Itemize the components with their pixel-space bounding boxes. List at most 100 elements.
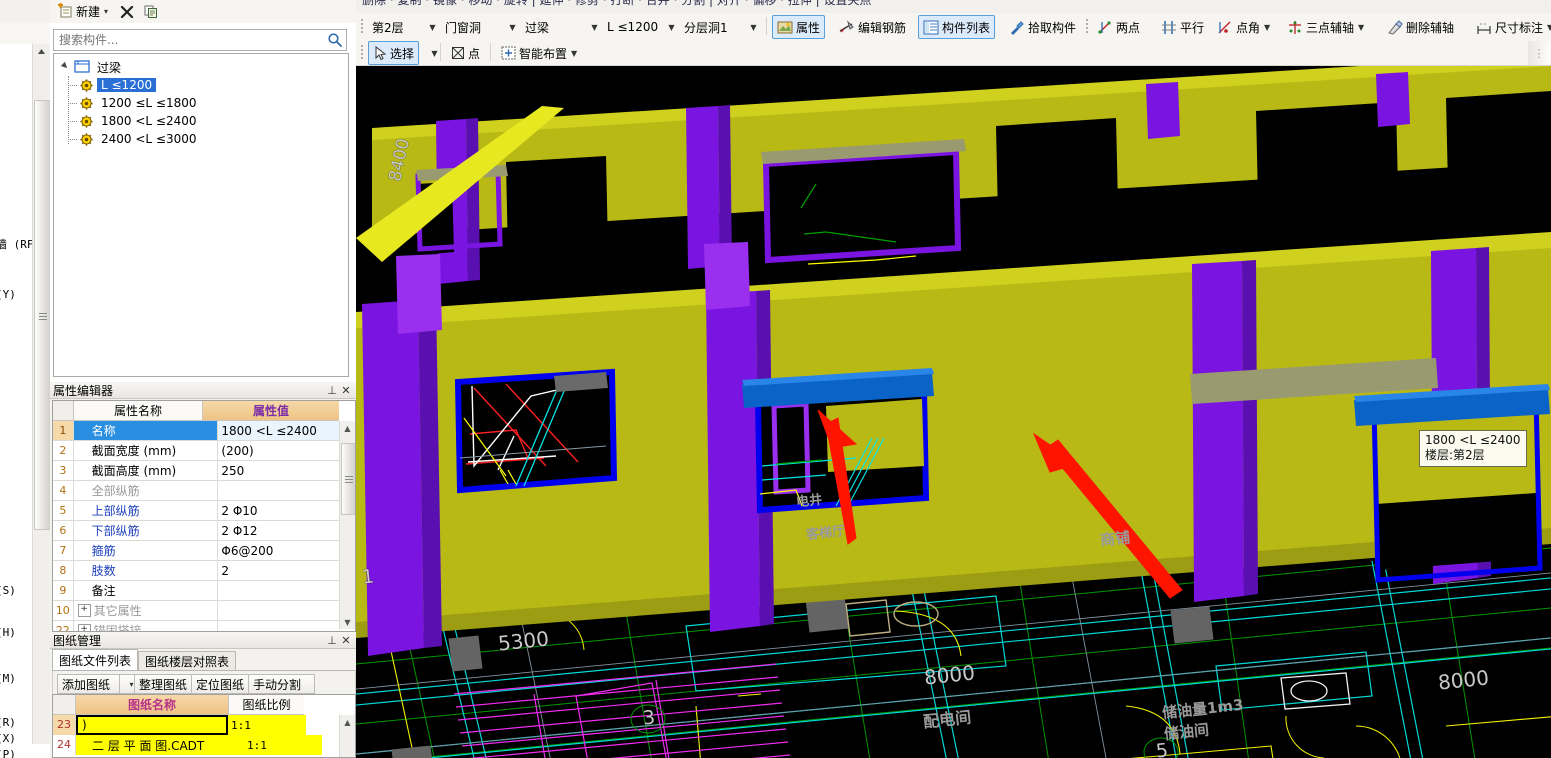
toolbar-grip[interactable] <box>359 16 364 36</box>
property-row[interactable]: 2 截面宽度 (mm) (200) <box>53 441 355 461</box>
chevron-down-icon[interactable]: ▼ <box>588 23 601 32</box>
property-row[interactable]: 1 名称 1800 <L ≤2400 <box>53 421 355 441</box>
drawing-row[interactable]: 23 ) 1:1 <box>53 715 355 735</box>
pin-icon[interactable]: ⊥ <box>325 633 339 647</box>
drawing-scale[interactable]: 1:1 <box>228 715 306 735</box>
select-tool-button[interactable]: 选择 <box>368 41 420 65</box>
model-viewport-3d[interactable]: 8400 5300 8000 8000 3 5 1 电井 配电间 储油量1m3 … <box>356 66 1551 758</box>
left-panel-scrollbar[interactable] <box>32 44 50 744</box>
scroll-up-icon[interactable] <box>33 44 50 59</box>
toolbar-grip[interactable] <box>359 42 364 62</box>
tab-drawing-file-list[interactable]: 图纸文件列表 <box>52 649 139 670</box>
dimension-button[interactable]: 尺寸标注 ▼ <box>1471 15 1551 39</box>
top-toolbar-clipped[interactable]: 删除 · 复制 · 镜像 · 移动 · 旋转 | 延伸 · 修剪 · 打断 · … <box>356 0 1551 13</box>
parallel-button[interactable]: 平行 <box>1156 15 1209 39</box>
property-row[interactable]: 4 全部纵筋 <box>53 481 355 501</box>
delete-component-button[interactable] <box>116 2 138 21</box>
pin-icon[interactable]: ⊥ <box>325 383 339 397</box>
chevron-down-icon[interactable]: ▼ <box>426 23 439 32</box>
tab-drawing-floor-map[interactable]: 图纸楼层对照表 <box>138 651 237 670</box>
close-icon[interactable]: ✕ <box>339 383 353 397</box>
select-tool-caret[interactable]: ▼ <box>422 41 446 65</box>
property-row[interactable]: 6 下部纵筋 2 Φ12 <box>53 521 355 541</box>
manual-split-button[interactable]: 手动分割 <box>248 674 315 694</box>
property-row[interactable]: 5 上部纵筋 2 Φ10 <box>53 501 355 521</box>
tree-item-3[interactable]: 2400 <L ≤3000 <box>54 130 348 148</box>
pick-component-button[interactable]: 拾取构件 <box>1004 15 1081 39</box>
close-icon[interactable]: ✕ <box>339 633 353 647</box>
drawing-row[interactable]: 24 二 层 平 面 图.CADT 1:1 <box>53 735 355 755</box>
property-row[interactable]: 7 箍筋 Φ6@200 <box>53 541 355 561</box>
drawing-scale[interactable]: 1:1 <box>244 735 322 755</box>
property-value[interactable] <box>218 621 355 631</box>
scrollbar-thumb[interactable] <box>34 100 50 530</box>
edit-rebar-button[interactable]: 编辑钢筋 <box>834 15 911 39</box>
property-grid-scrollbar[interactable]: ▲ ▼ <box>339 421 355 629</box>
drawing-grid[interactable]: 图纸名称 图纸比例 23 ) 1:1 24 二 层 平 面 图.CADT 1:1… <box>52 694 356 758</box>
edit-rebar-label: 编辑钢筋 <box>858 20 907 35</box>
property-row[interactable]: 8 肢数 2 <box>53 561 355 581</box>
new-component-button[interactable]: 新建 ▾ <box>54 2 111 21</box>
scroll-up-icon[interactable]: ▲ <box>340 421 355 435</box>
drawing-grid-scrollbar[interactable]: ▲ <box>339 715 355 757</box>
floor-selector[interactable]: 第2层 ▼ <box>367 16 440 38</box>
property-value[interactable]: 250 <box>218 461 355 480</box>
chevron-down-icon[interactable]: ▼ <box>665 23 678 32</box>
property-value[interactable]: 2 <box>218 561 355 580</box>
tree-item-0[interactable]: L ≤1200 <box>54 76 348 94</box>
property-value[interactable]: 1800 <L ≤2400 <box>218 421 355 440</box>
tree-item-2[interactable]: 1800 <L ≤2400 <box>54 112 348 130</box>
component-tree[interactable]: 过梁 L ≤1200 1200 ≤L ≤1800 1800 <L ≤2400 2… <box>53 53 349 377</box>
manual-split-label: 手动分割 <box>253 677 302 692</box>
property-row[interactable]: 10 + 其它属性 <box>53 601 355 621</box>
component-tree-panel: 新建 ▾ 搜索构件... 过梁 L ≤1200 1200 ≤L ≤1800 18… <box>50 0 356 382</box>
property-value[interactable] <box>218 481 355 500</box>
delete-axis-button[interactable]: 删除辅轴 <box>1382 15 1459 39</box>
parallel-label: 平行 <box>1180 20 1205 35</box>
property-value[interactable]: Φ6@200 <box>218 541 355 560</box>
property-value[interactable]: (200) <box>218 441 355 460</box>
search-input[interactable] <box>54 32 324 48</box>
attribute-button[interactable]: 属性 <box>772 15 826 39</box>
toolbar-overflow-button[interactable]: ⋮ <box>1528 41 1550 65</box>
chevron-down-icon[interactable]: ▼ <box>506 23 519 32</box>
property-grid[interactable]: 属性名称 属性值 1 名称 1800 <L ≤2400 2 截面宽度 (mm) … <box>52 400 356 632</box>
expand-icon[interactable]: + <box>77 604 91 617</box>
point-angle-button[interactable]: 点角 ▼ <box>1212 15 1275 39</box>
drawing-name[interactable]: 二 层 平 面 图.CADT <box>76 735 244 755</box>
property-row[interactable]: 22 + 锚固搭接 <box>53 621 355 631</box>
property-row[interactable]: 3 截面高度 (mm) 250 <box>53 461 355 481</box>
chevron-down-icon[interactable]: ▼ <box>747 23 760 32</box>
search-components-box[interactable] <box>53 29 347 51</box>
drawing-name-input[interactable]: ) <box>76 715 228 735</box>
chevron-down-icon[interactable]: ▼ <box>1358 23 1364 32</box>
property-row[interactable]: 9 备注 <box>53 581 355 601</box>
chevron-down-icon[interactable]: ▼ <box>431 49 437 58</box>
tree-item-1[interactable]: 1200 ≤L ≤1800 <box>54 94 348 112</box>
three-point-axis-button[interactable]: 三点辅轴 ▼ <box>1282 15 1369 39</box>
search-icon[interactable] <box>324 31 346 49</box>
property-value[interactable]: 2 Φ10 <box>218 501 355 520</box>
chevron-down-icon[interactable]: ▼ <box>1264 23 1270 32</box>
component-type-selector[interactable]: 过梁 ▼ <box>520 16 602 38</box>
toolbar-grip[interactable] <box>1084 16 1089 36</box>
chevron-down-icon[interactable]: ▼ <box>1547 23 1551 32</box>
component-selector[interactable]: L ≤1200 ▼ <box>602 16 679 38</box>
smart-layout-button[interactable]: 智能布置 ▼ <box>496 41 582 65</box>
layer-selector[interactable]: 分层洞1 ▼ <box>679 16 761 38</box>
tree-root-node[interactable]: 过梁 <box>54 58 348 76</box>
scroll-down-icon[interactable]: ▼ <box>340 615 355 629</box>
category-selector[interactable]: 门窗洞 ▼ <box>440 16 520 38</box>
property-value[interactable] <box>218 581 355 600</box>
property-value[interactable] <box>218 601 355 620</box>
scrollbar-thumb[interactable] <box>341 443 355 515</box>
two-point-button[interactable]: 两点 <box>1092 15 1145 39</box>
scroll-up-icon[interactable]: ▲ <box>340 715 355 729</box>
chevron-down-icon[interactable]: ▼ <box>571 49 577 58</box>
copy-component-button[interactable] <box>140 2 162 21</box>
point-tool-button[interactable]: 点 <box>446 41 485 65</box>
property-value[interactable]: 2 Φ12 <box>218 521 355 540</box>
viewport-canvas[interactable] <box>356 66 1551 758</box>
component-list-button[interactable]: 构件列表 <box>918 15 996 39</box>
expander-icon[interactable] <box>60 60 72 74</box>
